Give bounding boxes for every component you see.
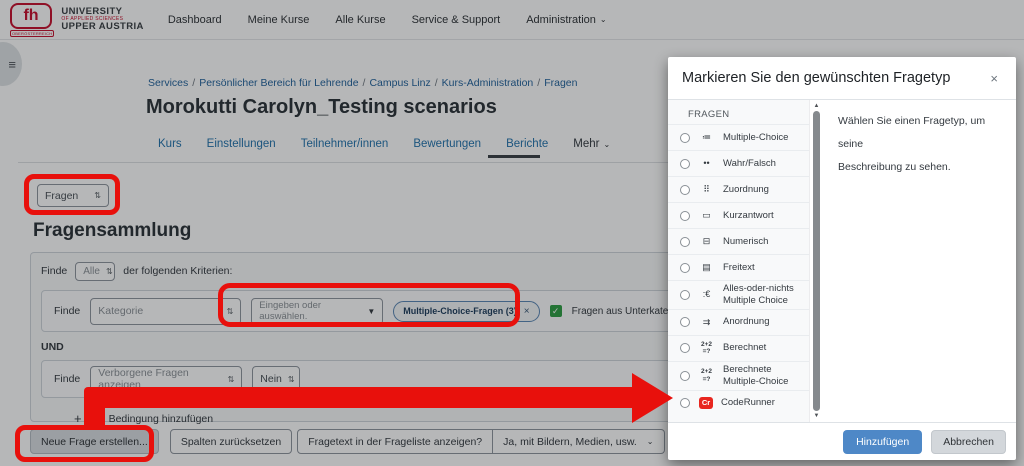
question-type-alles-oder-nichts[interactable]: :€ Alles-oder-nichts Multiple Choice xyxy=(668,280,809,309)
question-type-berechnete-mc[interactable]: 2+2 =? Berechnete Multiple-Choice xyxy=(668,361,809,390)
ordering-icon: ⇉ xyxy=(698,318,715,327)
coderunner-icon: Cr xyxy=(699,397,713,409)
add-button[interactable]: Hinzufügen xyxy=(843,430,922,454)
multiple-choice-icon: ≔ xyxy=(698,133,715,142)
question-group-label: FRAGEN xyxy=(668,100,809,124)
close-icon[interactable]: × xyxy=(986,69,1002,88)
annotation-arrow-head xyxy=(632,373,673,423)
matching-icon: ⠿ xyxy=(698,185,715,194)
annotation-box-category-filter xyxy=(218,283,520,327)
annotation-arrow-shaft xyxy=(84,387,633,408)
question-type-kurzantwort[interactable]: ▭ Kurzantwort xyxy=(668,202,809,228)
radio-button[interactable] xyxy=(680,159,690,169)
radio-button[interactable] xyxy=(680,211,690,221)
calculated-mc-icon: 2+2 =? xyxy=(698,368,715,382)
scroll-up-icon[interactable]: ▲ xyxy=(814,103,820,109)
scrollbar-thumb[interactable] xyxy=(813,111,820,411)
question-type-anordnung[interactable]: ⇉ Anordnung xyxy=(668,309,809,335)
radio-button[interactable] xyxy=(680,343,690,353)
modal-list-scrollbar[interactable]: ▲ ▼ xyxy=(810,100,823,422)
short-answer-icon: ▭ xyxy=(698,211,715,220)
question-type-zuordnung[interactable]: ⠿ Zuordnung xyxy=(668,176,809,202)
radio-button[interactable] xyxy=(680,185,690,195)
true-false-icon: •• xyxy=(698,159,715,168)
all-or-nothing-icon: :€ xyxy=(698,290,715,299)
radio-button[interactable] xyxy=(680,317,690,327)
question-type-description: Wählen Sie einen Fragetyp, um seine Besc… xyxy=(823,100,1016,422)
annotation-box-new-question-button xyxy=(15,425,154,462)
question-type-berechnet[interactable]: 2+2 =? Berechnet xyxy=(668,335,809,361)
scroll-down-icon[interactable]: ▼ xyxy=(814,413,820,419)
modal-title: Markieren Sie den gewünschten Fragetyp xyxy=(682,70,950,86)
radio-button[interactable] xyxy=(680,133,690,143)
question-type-list: FRAGEN ≔ Multiple-Choice •• Wahr/Falsch … xyxy=(668,100,810,422)
moodle-question-bank-page: fh OBERÖSTERREICH UNIVERSITY OF APPLIED … xyxy=(0,0,1024,466)
question-type-numerisch[interactable]: ⊟ Numerisch xyxy=(668,228,809,254)
radio-button[interactable] xyxy=(680,263,690,273)
radio-button[interactable] xyxy=(680,237,690,247)
radio-button[interactable] xyxy=(680,290,690,300)
annotation-box-section-select xyxy=(24,174,120,215)
question-type-wahr-falsch[interactable]: •• Wahr/Falsch xyxy=(668,150,809,176)
calculated-icon: 2+2 =? xyxy=(698,341,715,355)
radio-button[interactable] xyxy=(680,371,690,381)
radio-button[interactable] xyxy=(680,398,690,408)
question-type-modal: Markieren Sie den gewünschten Fragetyp ×… xyxy=(668,57,1016,460)
numerical-icon: ⊟ xyxy=(698,237,715,246)
cancel-button[interactable]: Abbrechen xyxy=(931,430,1006,454)
question-type-freitext[interactable]: ▤ Freitext xyxy=(668,254,809,280)
question-type-multiple-choice[interactable]: ≔ Multiple-Choice xyxy=(668,124,809,150)
question-type-coderunner[interactable]: Cr CodeRunner xyxy=(668,390,809,416)
essay-icon: ▤ xyxy=(698,263,715,272)
